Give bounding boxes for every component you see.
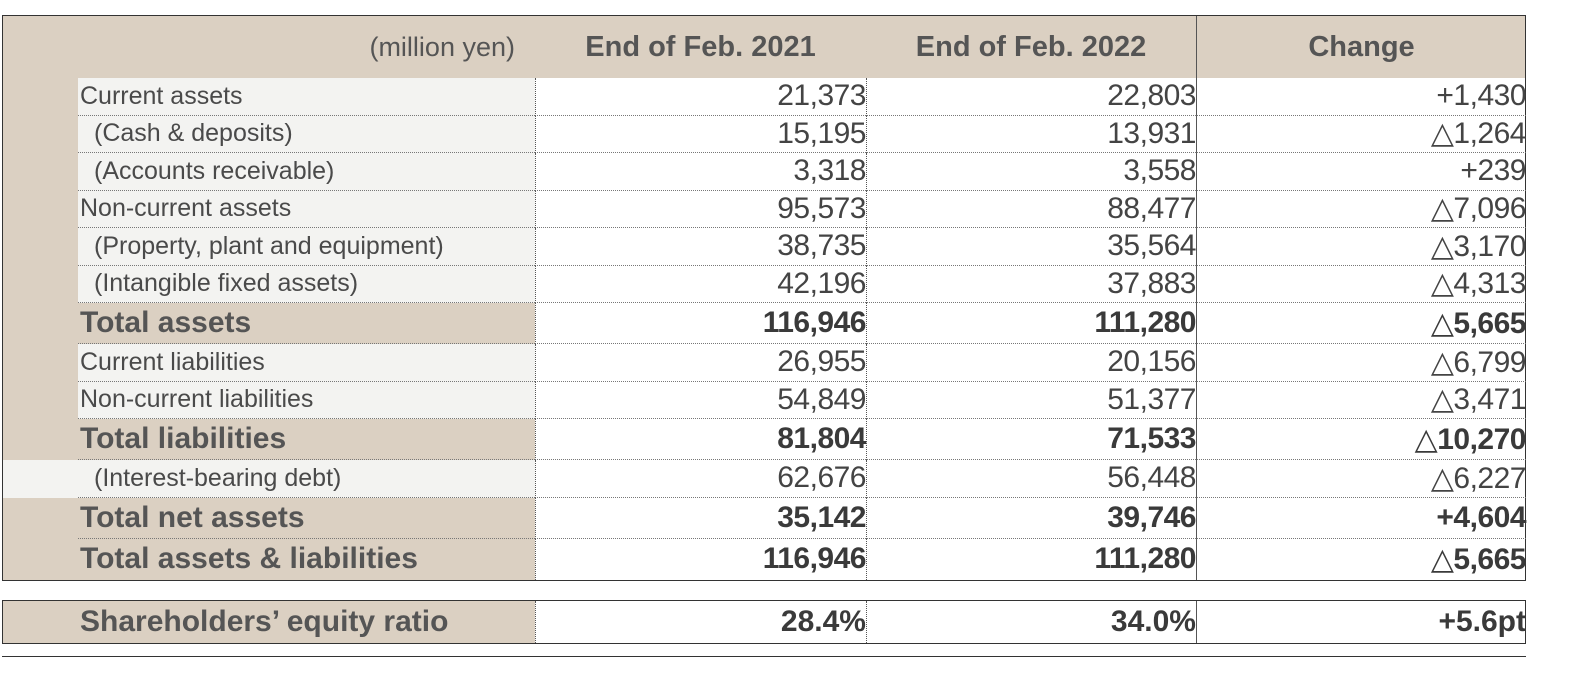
value-2022: 35,564	[866, 228, 1197, 266]
balance-sheet-table: (million yen) End of Feb. 2021 End of Fe…	[2, 15, 1527, 581]
value-change: △10,270	[1196, 419, 1527, 460]
value-change: △3,471	[1196, 381, 1527, 419]
value-2022: 20,156	[866, 344, 1197, 382]
table-row: Current liabilities 26,955 20,156 △6,799	[3, 344, 1527, 382]
total-row: Total assets 116,946 111,280 △5,665	[3, 303, 1527, 344]
table-row: (Interest-bearing debt) 62,676 56,448 △6…	[3, 460, 1527, 498]
value-2021: 95,573	[535, 190, 867, 228]
value-2022: 22,803	[866, 78, 1197, 116]
equity-ratio-2021: 28.4%	[535, 601, 866, 643]
unit-label: (million yen)	[369, 31, 515, 62]
value-2021: 38,735	[535, 228, 867, 266]
row-label: Total assets	[78, 303, 535, 344]
row-label: (Cash & deposits)	[78, 115, 535, 153]
value-change: △5,665	[1196, 538, 1527, 580]
value-change: △5,665	[1196, 303, 1527, 344]
row-label: Current assets	[78, 78, 535, 116]
table-row: Non-current liabilities 54,849 51,377 △3…	[3, 381, 1527, 419]
total-row: Total liabilities 81,804 71,533 △10,270	[3, 419, 1527, 460]
value-2021: 3,318	[535, 153, 867, 191]
value-2021: 15,195	[535, 115, 867, 153]
value-change: △7,096	[1196, 190, 1527, 228]
equity-ratio-label: Shareholders’ equity ratio	[78, 601, 535, 643]
row-label: Current liabilities	[78, 344, 535, 382]
row-label: Total assets & liabilities	[78, 538, 535, 580]
table-row: Current assets 21,373 22,803 +1,430	[3, 78, 1527, 116]
value-2021: 26,955	[535, 344, 867, 382]
row-label: (Property, plant and equipment)	[78, 228, 535, 266]
header-change: Change	[1196, 16, 1526, 78]
value-2021: 116,946	[535, 538, 867, 580]
header-feb-2022: End of Feb. 2022	[915, 30, 1147, 63]
table-header: (million yen) End of Feb. 2021 End of Fe…	[3, 16, 1525, 78]
value-2022: 39,746	[866, 497, 1197, 539]
value-2021: 81,804	[535, 419, 867, 460]
table-row: Non-current assets 95,573 88,477 △7,096	[3, 190, 1527, 228]
value-change: +4,604	[1196, 497, 1527, 539]
value-2021: 35,142	[535, 497, 867, 539]
row-label: (Interest-bearing debt)	[78, 460, 535, 498]
total-row: Total net assets 35,142 39,746 +4,604	[3, 497, 1527, 539]
row-label: Total liabilities	[78, 419, 535, 460]
equity-ratio-change: +5.6pt	[1196, 601, 1526, 643]
value-2021: 42,196	[535, 265, 867, 303]
value-2021: 21,373	[535, 78, 867, 116]
table-row: (Cash & deposits) 15,195 13,931 △1,264	[3, 115, 1527, 153]
row-label: Non-current liabilities	[78, 381, 535, 419]
table-row: (Property, plant and equipment) 38,735 3…	[3, 228, 1527, 266]
value-2022: 3,558	[866, 153, 1197, 191]
value-2022: 111,280	[866, 303, 1197, 344]
header-feb-2021: End of Feb. 2021	[585, 30, 816, 63]
value-2022: 13,931	[866, 115, 1197, 153]
table-row: (Intangible fixed assets) 42,196 37,883 …	[3, 265, 1527, 303]
row-label: (Intangible fixed assets)	[78, 265, 535, 303]
value-2021: 54,849	[535, 381, 867, 419]
equity-ratio-table: Shareholders’ equity ratio 28.4% 34.0% +…	[2, 600, 1526, 644]
value-change: +239	[1196, 153, 1527, 191]
value-2022: 111,280	[866, 538, 1197, 580]
value-2022: 51,377	[866, 381, 1197, 419]
value-2022: 56,448	[866, 460, 1197, 498]
row-label: (Accounts receivable)	[78, 153, 535, 191]
value-2021: 116,946	[535, 303, 867, 344]
value-2022: 71,533	[866, 419, 1197, 460]
value-2022: 88,477	[866, 190, 1197, 228]
row-label: Non-current assets	[78, 190, 535, 228]
value-2022: 37,883	[866, 265, 1197, 303]
value-change: △6,799	[1196, 344, 1527, 382]
value-change: △1,264	[1196, 115, 1527, 153]
value-change: △4,313	[1196, 265, 1527, 303]
value-change: +1,430	[1196, 78, 1527, 116]
value-change: △6,227	[1196, 460, 1527, 498]
value-change: △3,170	[1196, 228, 1527, 266]
table-row: (Accounts receivable) 3,318 3,558 +239	[3, 153, 1527, 191]
value-2021: 62,676	[535, 460, 867, 498]
equity-ratio-2022: 34.0%	[866, 601, 1196, 643]
total-row: Total assets & liabilities 116,946 111,2…	[3, 538, 1527, 580]
row-label: Total net assets	[78, 497, 535, 539]
